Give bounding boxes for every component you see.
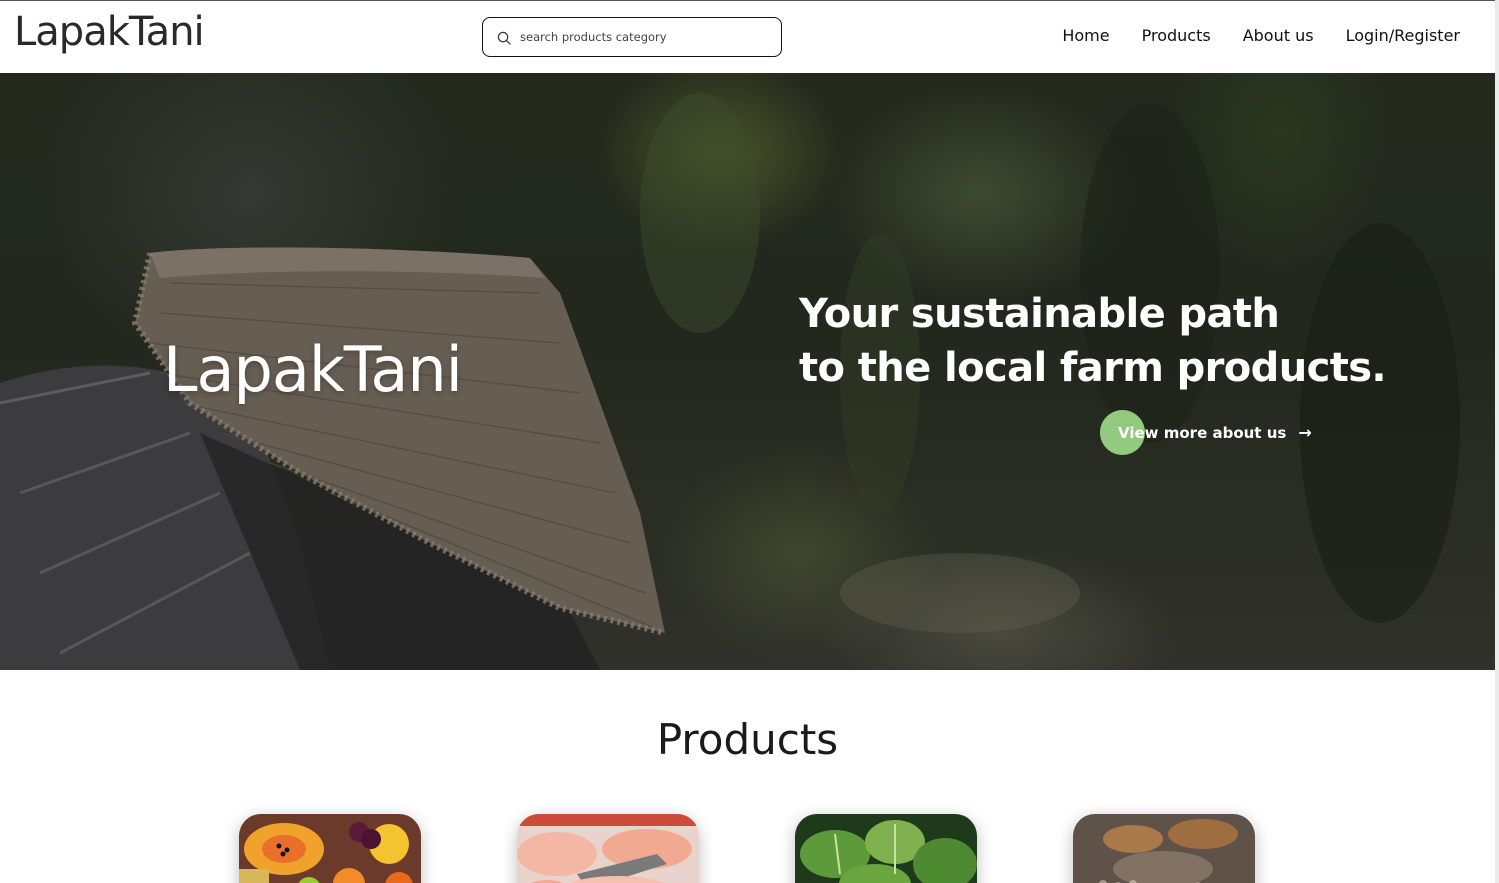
- brand-logo[interactable]: LapakTani: [14, 9, 205, 55]
- arrow-right-icon: →: [1298, 423, 1312, 442]
- navbar: LapakTani Home Products About us Login/R…: [0, 0, 1495, 73]
- product-card-fruits[interactable]: [239, 814, 421, 883]
- market-goods-image: [1073, 814, 1255, 883]
- search-input[interactable]: [520, 30, 770, 44]
- nav-menu: Home Products About us Login/Register: [1062, 26, 1460, 45]
- search-icon: [497, 31, 511, 45]
- hero-tagline-line-1: Your sustainable path: [799, 291, 1280, 337]
- hero-tagline: Your sustainable path to the local farm …: [799, 287, 1387, 395]
- window-edge: [1495, 0, 1499, 883]
- product-card-chicken[interactable]: [517, 814, 699, 883]
- view-more-about-us-button[interactable]: View more about us →: [1100, 410, 1312, 455]
- search-box[interactable]: [482, 17, 782, 57]
- page: LapakTani Home Products About us Login/R…: [0, 0, 1499, 883]
- fruits-image: [239, 814, 421, 883]
- nav-about-link[interactable]: About us: [1243, 26, 1314, 45]
- cta-label: View more about us: [1118, 423, 1287, 442]
- products-section-title: Products: [656, 715, 839, 764]
- leafy-greens-image: [795, 814, 977, 883]
- hero-brand-title: LapakTani: [163, 333, 463, 406]
- nav-products-link[interactable]: Products: [1142, 26, 1211, 45]
- hero-banner: LapakTani Your sustainable path to the l…: [0, 73, 1495, 670]
- hero-tagline-line-2: to the local farm products.: [799, 345, 1387, 391]
- nav-login-register-link[interactable]: Login/Register: [1346, 26, 1460, 45]
- product-card-market[interactable]: [1073, 814, 1255, 883]
- chicken-meat-image: [517, 814, 699, 883]
- product-card-greens[interactable]: [795, 814, 977, 883]
- nav-home-link[interactable]: Home: [1062, 26, 1109, 45]
